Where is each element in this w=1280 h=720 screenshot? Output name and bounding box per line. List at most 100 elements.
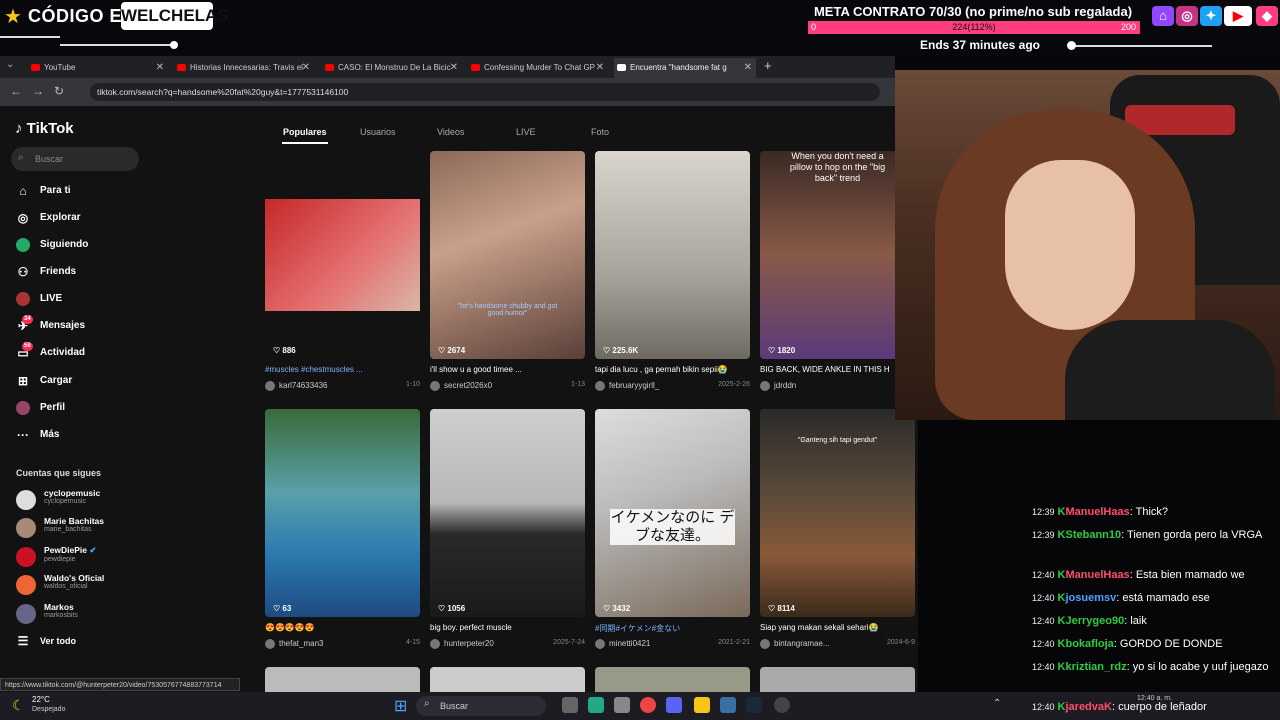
see-all-link[interactable]: ☰ Ver todo — [16, 631, 76, 651]
video-author[interactable]: secret2026x0 1-13 — [430, 381, 585, 393]
nav-item-friends[interactable]: ⚇ Friends — [16, 262, 77, 282]
back-icon[interactable]: ← — [10, 84, 22, 98]
video-card[interactable]: ♡ 63 😍😍😍😍😍 thefat_man3 4-15 — [265, 409, 420, 651]
nav-item-mas[interactable]: ··· Más — [16, 425, 59, 445]
nav-item-mensajes[interactable]: ✈ 34 Mensajes — [16, 315, 85, 336]
file-explorer-icon[interactable] — [694, 697, 710, 713]
webcam-feed — [895, 70, 1280, 420]
video-thumbnail[interactable]: ♡ 1056 — [430, 409, 585, 617]
video-thumbnail-partial[interactable] — [595, 667, 750, 692]
discord-icon[interactable] — [666, 697, 682, 713]
video-author[interactable]: bintangramae... 2024-6-9 — [760, 639, 915, 651]
tab-populares[interactable]: Populares — [283, 127, 327, 137]
reload-icon[interactable]: ↻ — [54, 84, 64, 98]
video-card[interactable]: "he's handsome chubby and got good humor… — [430, 151, 585, 393]
nav-item-siguiendo[interactable]: Siguiendo — [16, 235, 88, 255]
taskbar-search[interactable]: Buscar — [416, 696, 546, 716]
youtube-favicon-icon — [325, 64, 334, 71]
copilot-icon[interactable] — [588, 697, 604, 713]
browser-tab[interactable]: Historias Innecesarias: Travis el ✕ — [174, 58, 314, 78]
thumbnail-text: "Ganteng sih tapi gendut" — [797, 437, 878, 444]
followed-account[interactable]: PewDiePie ✔ pewdiepie — [16, 545, 97, 571]
obs-icon[interactable] — [774, 697, 790, 713]
avatar — [430, 381, 440, 391]
video-caption[interactable]: #同期#イケメン#金ない — [595, 623, 750, 633]
video-thumbnail-partial[interactable] — [760, 667, 915, 692]
video-thumbnail[interactable]: "Ganteng sih tapi gendut" ♡ 8114 — [760, 409, 915, 617]
followed-account[interactable]: Marie Bachitas marie_bachitas — [16, 516, 104, 542]
followed-account[interactable]: Markos markosbits — [16, 602, 78, 628]
video-card[interactable]: ♡ 1056 big boy. perfect muscle hunterpet… — [430, 409, 585, 651]
address-bar[interactable]: tiktok.com/search?q=handsome%20fat%20guy… — [90, 83, 880, 101]
video-author[interactable]: minetti0421 2021-2-21 — [595, 639, 750, 651]
video-thumbnail[interactable]: When you don't need a pillow to hop on t… — [760, 151, 915, 359]
close-tab-icon[interactable]: ✕ — [302, 58, 310, 78]
task-view-icon[interactable] — [562, 697, 578, 713]
video-author[interactable]: februaryygirll_ 2025-2-26 — [595, 381, 750, 393]
close-tab-icon[interactable]: ✕ — [450, 58, 458, 78]
close-tab-icon[interactable]: ✕ — [596, 58, 604, 78]
nav-item-actividad[interactable]: ▭ 56 Actividad — [16, 342, 85, 363]
video-author[interactable]: thefat_man3 4-15 — [265, 639, 420, 651]
tab-search-icon[interactable]: ⌄ — [6, 59, 14, 70]
video-thumbnail[interactable]: "he's handsome chubby and got good humor… — [430, 151, 585, 359]
video-thumbnail[interactable]: ♡ 63 — [265, 409, 420, 617]
tab-usuarios[interactable]: Usuarios — [360, 127, 396, 137]
nav-item-para-ti[interactable]: ⌂ Para ti — [16, 181, 70, 201]
steam-icon[interactable] — [746, 697, 762, 713]
video-card[interactable]: When you don't need a pillow to hop on t… — [760, 151, 915, 393]
video-thumbnail[interactable]: イケメンなのに デブな友達。 ♡ 3432 — [595, 409, 750, 617]
video-card[interactable]: ♡ 886 #muscles #chestmuscles ... karl746… — [265, 151, 420, 393]
chrome-icon[interactable] — [640, 697, 656, 713]
video-caption[interactable]: #muscles #chestmuscles ... — [265, 365, 420, 375]
weather-desc[interactable]: Despejado — [32, 706, 65, 713]
tab-live[interactable]: LIVE — [516, 127, 536, 137]
video-author[interactable]: hunterpeter20 2025-7-24 — [430, 639, 585, 651]
weather-temp[interactable]: 22°C — [32, 695, 50, 704]
nav-item-explorar[interactable]: ◎ Explorar — [16, 208, 81, 228]
followed-account[interactable]: Waldo's Oficial waldos_oficial — [16, 573, 104, 599]
new-tab-icon[interactable]: + — [764, 58, 772, 73]
tab-videos[interactable]: Videos — [437, 127, 464, 137]
video-caption[interactable]: i'll show u a good timee ... — [430, 365, 585, 375]
video-caption[interactable]: Siap yang makan sekali sehari😭 — [760, 623, 915, 633]
close-tab-icon[interactable]: ✕ — [156, 58, 164, 78]
video-thumbnail[interactable]: ♡ 225.6K — [595, 151, 750, 359]
avatar — [595, 381, 605, 391]
avatar — [16, 490, 36, 510]
video-thumbnail[interactable]: ♡ 886 — [265, 151, 420, 359]
nav-item-perfil[interactable]: Perfil — [16, 398, 65, 418]
tiktok-logo[interactable]: ♪ TikTok — [15, 120, 74, 137]
search-input[interactable]: Buscar — [11, 147, 139, 171]
upload-icon: ⊞ — [17, 374, 29, 388]
followed-account[interactable]: cyclopemusic cyclopemusic — [16, 488, 100, 514]
forward-icon[interactable]: → — [32, 84, 44, 98]
tab-foto[interactable]: Foto — [591, 127, 609, 137]
close-tab-icon[interactable]: ✕ — [744, 58, 752, 78]
browser-tab[interactable]: CASO: El Monstruo De La Bicic ✕ — [322, 58, 462, 78]
app-icon[interactable] — [720, 697, 736, 713]
video-card[interactable]: "Ganteng sih tapi gendut" ♡ 8114 Siap ya… — [760, 409, 915, 651]
goal-progress-bar: 0 224(112%) 200 — [808, 21, 1140, 34]
video-caption[interactable]: tapi dia lucu , ga pernah bikin sepii😭 — [595, 365, 750, 375]
video-caption[interactable]: BIG BACK, WIDE ANKLE IN THIS H — [760, 365, 915, 375]
settings-icon[interactable] — [614, 697, 630, 713]
tray-chevron-icon[interactable]: ⌃ — [993, 698, 1001, 709]
video-card[interactable]: イケメンなのに デブな友達。 ♡ 3432 #同期#イケメン#金ない minet… — [595, 409, 750, 651]
video-caption[interactable]: big boy. perfect muscle — [430, 623, 585, 633]
nav-item-cargar[interactable]: ⊞ Cargar — [16, 371, 72, 391]
video-author[interactable]: karl74633436 1-10 — [265, 381, 420, 393]
video-caption[interactable]: 😍😍😍😍😍 — [265, 623, 420, 633]
video-author[interactable]: jdrddn — [760, 381, 915, 393]
stream-chat: 12:39 KManuelHaas: Thick? 12:39 KStebann10… — [918, 420, 1280, 692]
browser-toolbar: ← → ↻ tiktok.com/search?q=handsome%20fat… — [0, 78, 895, 106]
video-thumbnail-partial[interactable] — [430, 667, 585, 692]
friends-icon: ⚇ — [17, 265, 29, 279]
video-thumbnail-partial[interactable] — [265, 667, 420, 692]
browser-tab-active[interactable]: Encuentra "handsome fat g ✕ — [614, 58, 756, 78]
windows-start-icon[interactable]: ⊞ — [394, 696, 407, 716]
nav-item-live[interactable]: LIVE — [16, 289, 62, 309]
browser-tab[interactable]: Confessing Murder To Chat GP ✕ — [468, 58, 608, 78]
browser-tab[interactable]: YouTube ✕ — [28, 58, 168, 78]
video-card[interactable]: ♡ 225.6K tapi dia lucu , ga pernah bikin… — [595, 151, 750, 393]
